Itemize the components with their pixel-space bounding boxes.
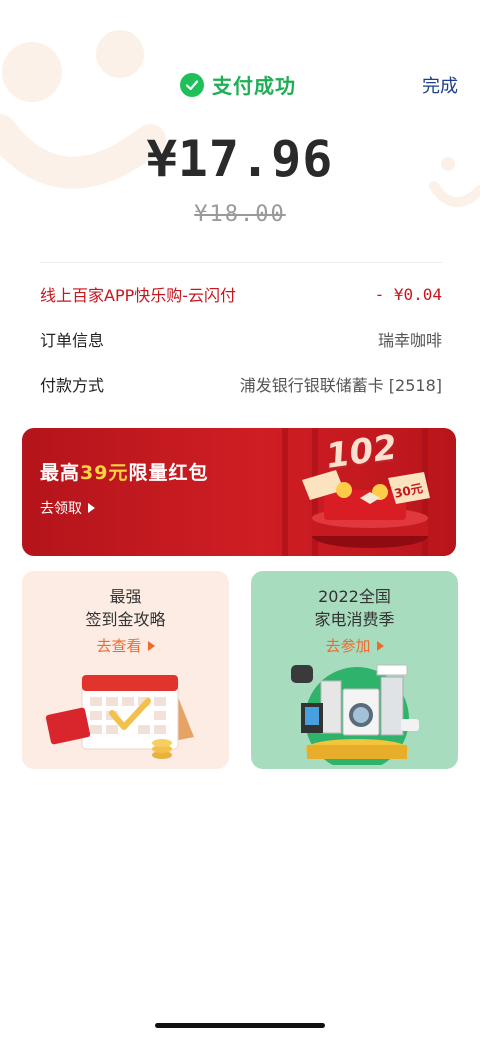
triangle-right-icon [88,503,95,513]
promo-discount: - ¥0.04 [374,284,442,304]
appliance-season-card[interactable]: 2022全国 家电消费季 去参加 [251,571,458,769]
payment-method-row: 付款方式 浦发银行银联储蓄卡 [2518] [40,369,442,399]
paid-amount: ¥17.96 [146,130,334,188]
red-packet-banner[interactable]: 102 30元 最高39元限量红包 去领取 [22,428,456,556]
order-info-label: 订单信息 [40,331,105,350]
triangle-right-icon [147,640,155,651]
appliances-illustration [291,664,419,765]
promo-label: 线上百家APP快乐购-云闪付 [40,286,237,305]
calendar-illustration [45,675,194,759]
card-title-line1: 2022全国 [318,587,391,606]
banner-claim-label: 去领取 [40,501,82,517]
status-text: 支付成功 [212,74,296,98]
card-title-line2: 签到金攻略 [85,610,166,629]
order-info-row[interactable]: 订单信息 瑞幸咖啡 [40,324,442,354]
divider [40,262,442,263]
banner-claim-link[interactable]: 去领取 [40,498,95,518]
promo-row: 线上百家APP快乐购-云闪付 - ¥0.04 [40,279,442,309]
payment-status: 支付成功 [180,70,296,99]
banner-title-suffix: 限量红包 [128,462,209,484]
card-cta-label: 去参加 [325,637,371,655]
card-join-link[interactable]: 去参加 [251,635,458,656]
payment-method-label: 付款方式 [40,376,105,395]
merchant-name: 瑞幸咖啡 [377,331,442,350]
original-amount: ¥18.00 [194,202,286,227]
triangle-right-icon [376,640,384,651]
card-title-line2: 家电消费季 [314,610,395,629]
card-view-link[interactable]: 去查看 [22,635,229,656]
done-button[interactable]: 完成 [422,72,458,98]
payment-card: 浦发银行银联储蓄卡 [2518] [239,376,442,395]
banner-title-highlight: 39元 [80,462,129,484]
card-cta-label: 去查看 [96,637,142,655]
card-title-line1: 最强 [109,587,142,606]
checkin-guide-card[interactable]: 最强 签到金攻略 去查看 [22,571,229,769]
banner-title: 最高39元限量红包 [40,458,208,485]
check-circle-icon [180,72,204,97]
home-indicator[interactable] [155,1023,325,1028]
header: 支付成功 完成 [0,62,480,106]
banner-title-prefix: 最高 [40,462,81,484]
